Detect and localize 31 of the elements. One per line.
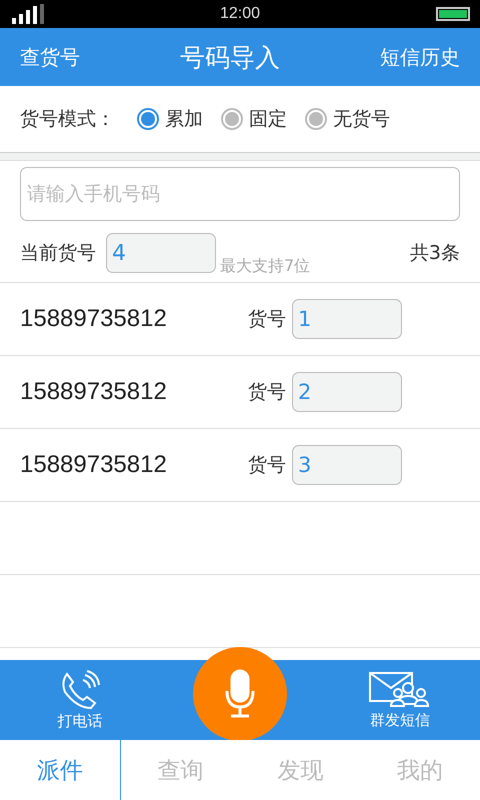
code-label: 货号 [248, 380, 286, 405]
phone-number: 15889735812 [20, 451, 168, 479]
mode-label: 货号模式： [20, 107, 115, 132]
code-label: 货号 [248, 453, 286, 478]
group-message-icon [368, 670, 432, 708]
call-button[interactable]: 打电话 [0, 670, 160, 730]
radio-label[interactable]: 累加 [165, 106, 203, 132]
microphone-icon [225, 669, 255, 719]
max-length-hint: 最大支持7位 [220, 256, 310, 277]
radio-label[interactable]: 固定 [249, 106, 287, 132]
phone-number: 15889735812 [20, 305, 168, 333]
sms-history-link[interactable]: 短信历史 [380, 44, 460, 70]
radio-button[interactable] [137, 108, 159, 130]
current-code-field[interactable]: 4 [106, 233, 216, 273]
battery-icon [436, 7, 470, 21]
page-title: 号码导入 [180, 42, 280, 74]
code-label: 货号 [248, 307, 286, 332]
phone-number: 15889735812 [20, 378, 168, 406]
code-field[interactable]: 2 [292, 372, 402, 412]
total-count: 共3条 [410, 241, 460, 266]
code-field[interactable]: 1 [292, 299, 402, 339]
current-code-label: 当前货号 [20, 241, 96, 266]
radio-button[interactable] [305, 108, 327, 130]
search-code-link[interactable]: 查货号 [20, 44, 80, 70]
group-sms-button[interactable]: 群发短信 [320, 670, 480, 730]
phone-input-field[interactable]: 请输入手机号码 [20, 167, 460, 221]
radio-label[interactable]: 无货号 [333, 106, 390, 132]
radio-button[interactable] [221, 108, 243, 130]
signal-icon [12, 4, 44, 24]
status-time: 12:00 [220, 5, 260, 23]
code-field[interactable]: 3 [292, 445, 402, 485]
